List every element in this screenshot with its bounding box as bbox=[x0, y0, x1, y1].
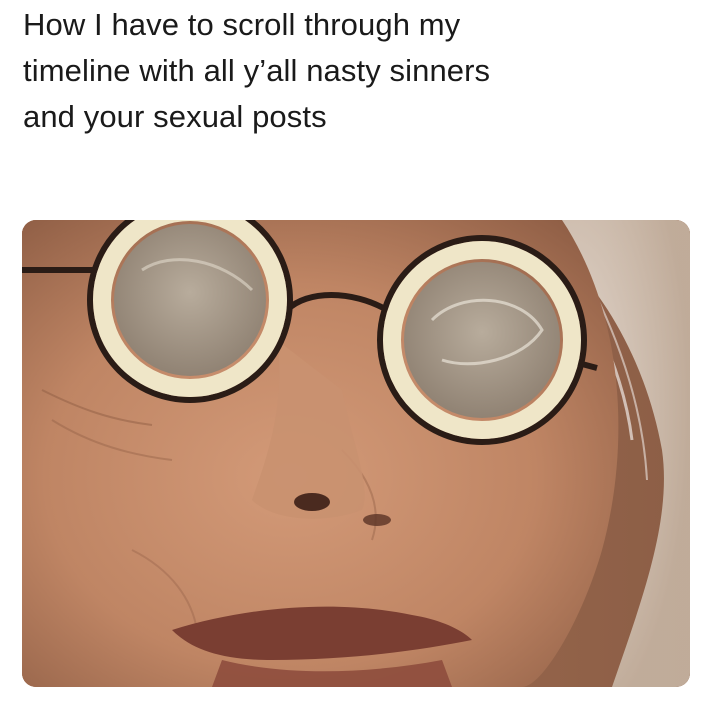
nostril-right bbox=[363, 514, 391, 526]
face-illustration bbox=[22, 220, 690, 687]
caption-line-3: and your sexual posts bbox=[23, 99, 327, 134]
caption-line-1: How I have to scroll through my bbox=[23, 7, 461, 42]
meme-caption: How I have to scroll through my timeline… bbox=[23, 2, 703, 140]
caption-line-2: timeline with all y’all nasty sinners bbox=[23, 53, 491, 88]
meme-photo bbox=[22, 220, 690, 687]
left-lens bbox=[87, 220, 293, 403]
nostril-left bbox=[294, 493, 330, 511]
right-lens bbox=[377, 235, 587, 445]
